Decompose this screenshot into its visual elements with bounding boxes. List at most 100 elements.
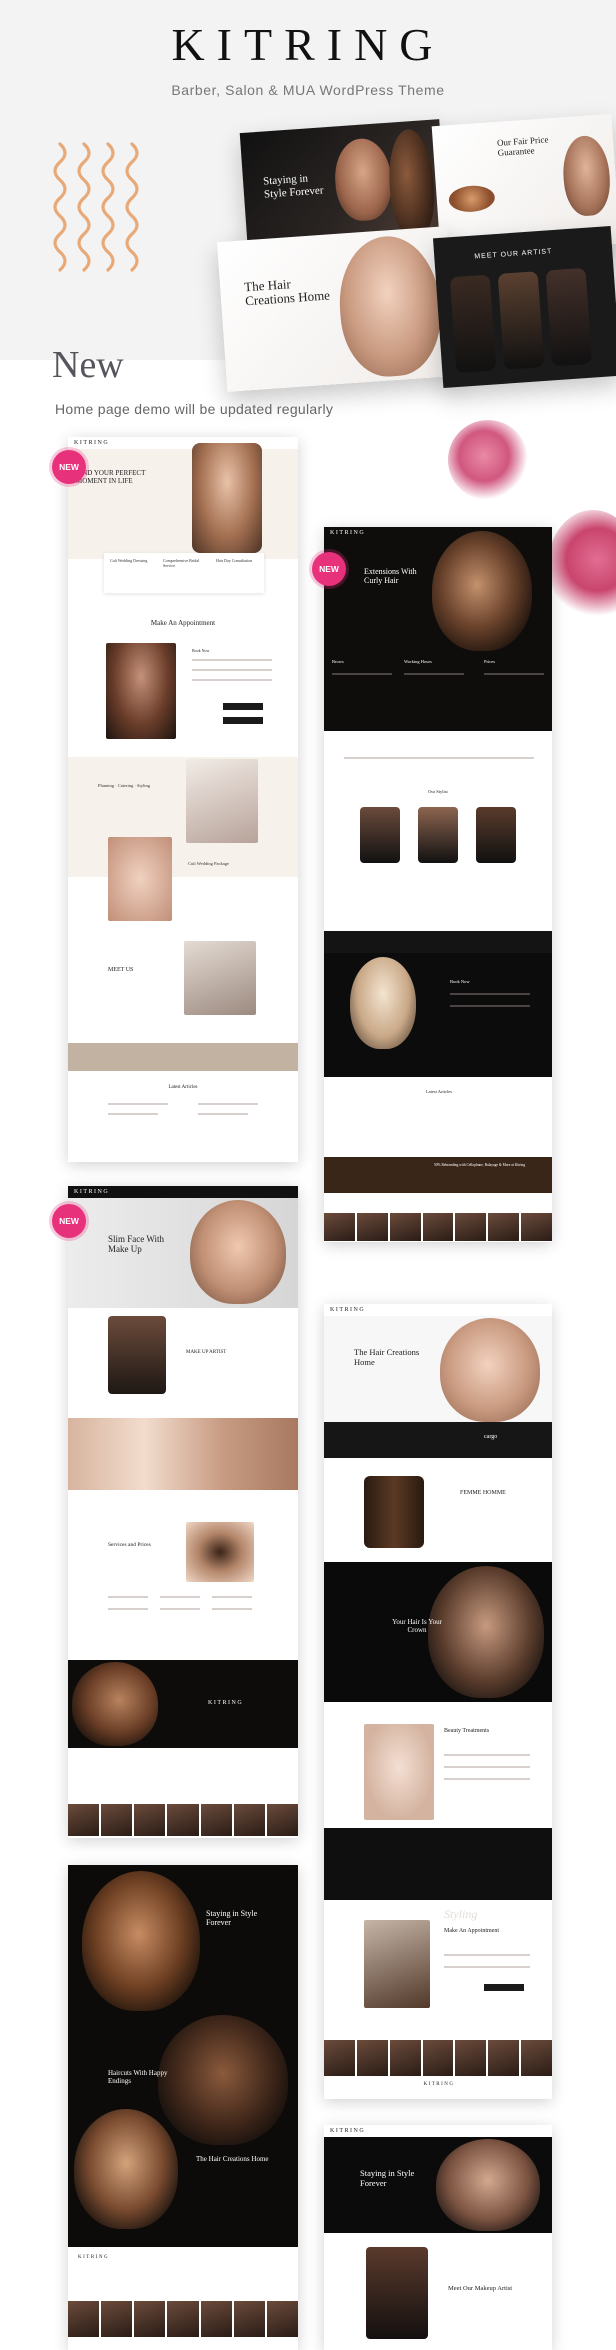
demo-screenshot-6[interactable]: KITRING Staying in Style Forever Meet Ou…: [324, 2125, 552, 2350]
new-section-title: New: [52, 344, 124, 386]
hero-title: Extensions With Curly Hair: [364, 567, 417, 586]
brand-title: KITRING: [171, 19, 445, 70]
artist-label: MAKE UP ARTIST: [186, 1350, 227, 1355]
price-row: [212, 1596, 252, 1598]
brows-column: Brows: [332, 659, 344, 664]
curly-hair-model-image: [432, 531, 532, 651]
product-bottles-image: [364, 1476, 424, 1548]
hero-model-image: [82, 1871, 200, 2011]
article-snippet: [108, 1103, 168, 1105]
hero-title: Slim Face With Make Up: [108, 1234, 164, 1255]
working-hours-column: Working Hours: [404, 659, 432, 664]
makeup-products-image: [447, 184, 496, 214]
price-row: [108, 1596, 148, 1598]
demo-logo: KITRING: [330, 530, 366, 536]
treatment-image: [364, 1724, 434, 1820]
demo-screenshot-5[interactable]: Staying in Style Forever Haircuts With H…: [68, 1865, 298, 2350]
demo-screenshot-3[interactable]: KITRING Slim Face With Make Up MAKE UP A…: [68, 1186, 298, 1838]
demo-screenshot-4[interactable]: KITRING The Hair Creations Home cargo FE…: [324, 1304, 552, 2099]
new-badge: NEW: [312, 552, 346, 586]
hero-section: [68, 449, 298, 559]
price-row: [108, 1608, 148, 1610]
blonde-model-image: [350, 957, 416, 1049]
service-card-3: Hair Day Consultation: [216, 558, 253, 563]
model-face-image: [190, 1200, 286, 1304]
new-badge: NEW: [52, 1204, 86, 1238]
couple-image: [186, 759, 258, 843]
banner-model-image: [72, 1662, 158, 1746]
form-field[interactable]: [444, 1966, 530, 1968]
form-field[interactable]: [450, 1005, 530, 1007]
demo-logo: KITRING: [74, 440, 110, 446]
wedding-package-label: Cult Wedding Package: [188, 861, 230, 866]
book-now-label: Book Now: [192, 648, 210, 653]
form-field[interactable]: [192, 679, 272, 681]
submit-button[interactable]: [223, 717, 263, 724]
form-field[interactable]: [450, 993, 530, 995]
preview-title: The Hair Creations Home: [243, 276, 331, 309]
demo-logo: KITRING: [330, 1307, 366, 1313]
makeup-artist-image: [366, 2247, 428, 2339]
demo-navbar: KITRING: [68, 1186, 298, 1198]
team-title: Our Stylist: [428, 789, 448, 794]
watermark-text: Styling: [444, 1907, 478, 1921]
demo-navbar: KITRING: [324, 527, 552, 539]
demo-navbar: KITRING: [324, 1304, 552, 1316]
instagram-strip: [68, 1804, 298, 1836]
form-field[interactable]: [192, 659, 272, 661]
product-image: [184, 941, 256, 1015]
submit-button[interactable]: [223, 703, 263, 710]
instagram-strip: [68, 2301, 298, 2337]
service-card-1: Cult Wedding Dressing: [110, 558, 148, 563]
preview-title: Our Fair Price Guarantee: [496, 134, 549, 158]
barber-tools-image: [364, 1920, 430, 2008]
footer-logo: KITRING: [423, 2082, 455, 2087]
barber-image: [497, 271, 545, 370]
portrait-image: [332, 136, 395, 223]
new-section-subtitle: Home page demo will be updated regularly: [55, 401, 334, 417]
article-snippet: [198, 1113, 248, 1115]
treatment-row: [444, 1766, 530, 1768]
appointment-title: Make An Appointment: [444, 1928, 499, 1934]
new-badge: NEW: [52, 450, 86, 484]
form-field[interactable]: [444, 1954, 530, 1956]
bottom-model-image: [74, 2109, 178, 2229]
stylist-image: [476, 807, 516, 863]
hero-preview-4[interactable]: MEET OUR ARTIST: [432, 225, 616, 389]
powder-splash-image: [448, 420, 528, 500]
demo-logo: KITRING: [74, 1189, 110, 1195]
barber-image: [545, 267, 593, 367]
prices-column: Prices: [484, 659, 495, 664]
info-line: [404, 673, 464, 675]
instagram-strip: [324, 1213, 552, 1241]
decorative-waves-icon: [53, 142, 139, 272]
product-name: FEMME HOMME: [460, 1490, 506, 1496]
article-snippet: [108, 1113, 158, 1115]
brand-tagline: Barber, Salon & MUA WordPress Theme: [171, 82, 445, 98]
submit-button[interactable]: [484, 1984, 524, 1991]
treatment-row: [444, 1778, 530, 1780]
form-field[interactable]: [192, 669, 272, 671]
hero-preview-2[interactable]: The Hair Creations Home: [217, 226, 457, 392]
treatment-row: [444, 1754, 530, 1756]
brand-cargo: cargo: [484, 1434, 498, 1440]
model-face-image: [440, 1318, 540, 1422]
demo-navbar: KITRING: [324, 2125, 552, 2137]
demo-screenshot-2[interactable]: KITRING Extensions With Curly Hair Brows…: [324, 527, 552, 1242]
price-row: [160, 1596, 200, 1598]
preview-title: Staying in Style Forever: [262, 172, 324, 201]
demo-screenshot-1[interactable]: KITRING FIND YOUR PERFECT MOMENT IN LIFE…: [68, 437, 298, 1162]
bride-image: [192, 443, 262, 553]
info-line: [332, 673, 392, 675]
planning-section: [68, 757, 298, 877]
beauty-title: Beauty Treatments: [444, 1728, 490, 1734]
page: KITRING Barber, Salon & MUA WordPress Th…: [0, 0, 616, 2350]
article-snippet: [198, 1103, 258, 1105]
footer-logo: KITRING: [78, 2255, 110, 2260]
artist-image: [108, 1316, 166, 1394]
barber-image: [449, 274, 497, 374]
instagram-strip: [324, 2040, 552, 2076]
hero-title: FIND YOUR PERFECT MOMENT IN LIFE: [76, 469, 146, 486]
crown-title: Your Hair Is Your Crown: [392, 1618, 442, 1635]
preview-title: MEET OUR ARTIST: [474, 248, 553, 261]
